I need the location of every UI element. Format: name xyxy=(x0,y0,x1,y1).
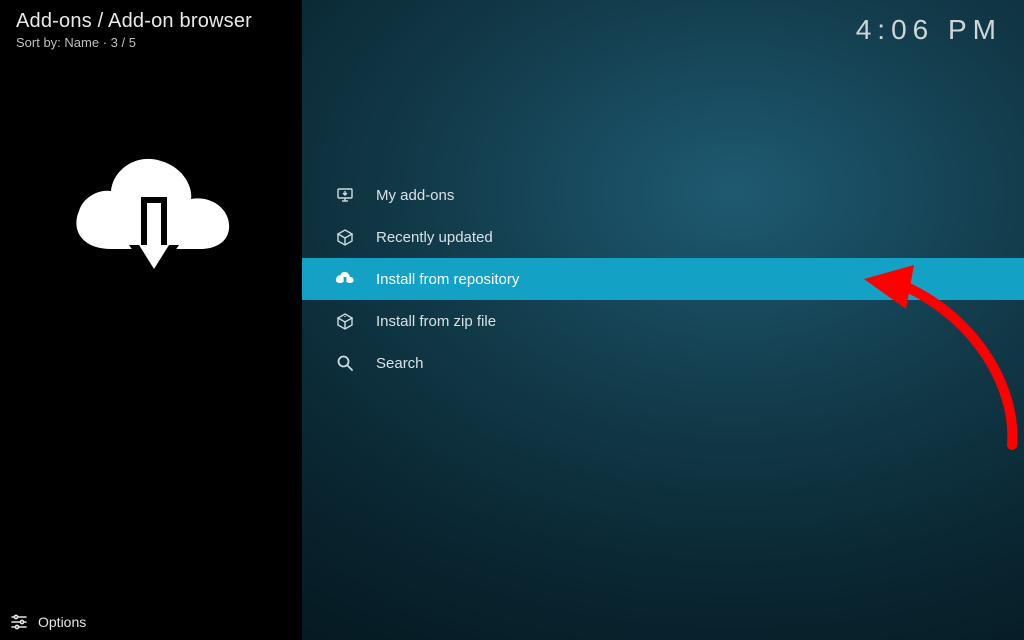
menu-item-label: Install from repository xyxy=(376,271,519,288)
cloud-download-large-icon xyxy=(61,139,241,294)
menu-item-recently-updated[interactable]: Recently updated xyxy=(302,216,1024,258)
main-panel: 4:06 PM My add-ons xyxy=(302,0,1024,640)
menu-item-label: My add-ons xyxy=(376,187,454,204)
sort-line: Sort by: Name · 3 / 5 xyxy=(16,35,286,50)
options-button[interactable]: Options xyxy=(0,604,302,640)
breadcrumb: Add-ons / Add-on browser xyxy=(16,10,286,33)
sidebar-hero-icon-wrap xyxy=(0,54,302,640)
options-slider-icon xyxy=(10,613,28,631)
open-box-icon xyxy=(334,226,356,248)
zip-file-icon xyxy=(334,310,356,332)
sidebar: Add-ons / Add-on browser Sort by: Name ·… xyxy=(0,0,302,640)
menu-item-install-from-repository[interactable]: Install from repository xyxy=(302,258,1024,300)
menu-item-my-addons[interactable]: My add-ons xyxy=(302,174,1024,216)
options-label: Options xyxy=(38,614,86,630)
menu-item-label: Install from zip file xyxy=(376,313,496,330)
menu-item-label: Recently updated xyxy=(376,229,493,246)
cloud-download-icon xyxy=(334,268,356,290)
menu-item-install-from-zip[interactable]: Install from zip file xyxy=(302,300,1024,342)
menu-item-label: Search xyxy=(376,355,424,372)
monitor-box-icon xyxy=(334,184,356,206)
menu-item-search[interactable]: Search xyxy=(302,342,1024,384)
clock: 4:06 PM xyxy=(856,14,1002,46)
menu-list: My add-ons Recently updated xyxy=(302,174,1024,384)
app-root: Add-ons / Add-on browser Sort by: Name ·… xyxy=(0,0,1024,640)
header: Add-ons / Add-on browser Sort by: Name ·… xyxy=(0,0,302,54)
search-icon xyxy=(334,352,356,374)
